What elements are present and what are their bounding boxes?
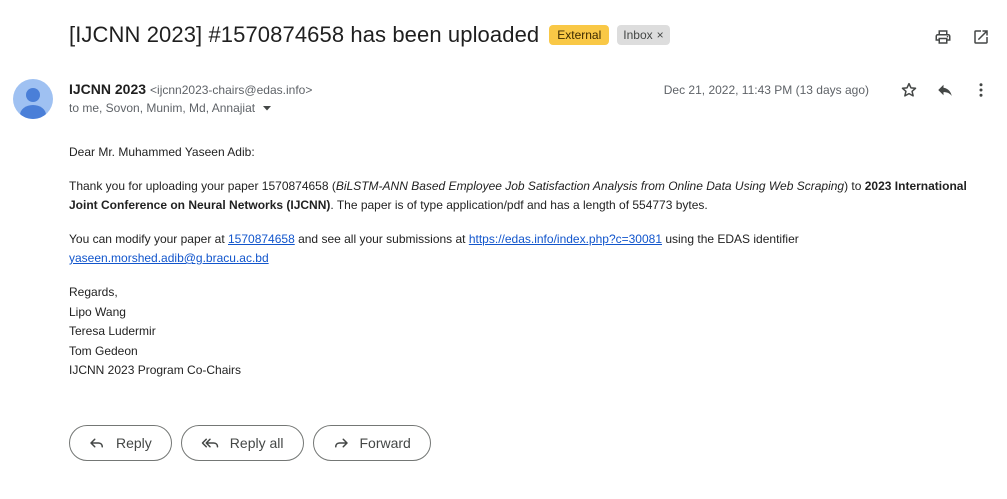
inbox-label: Inbox × xyxy=(617,25,670,45)
signature-line: IJCNN 2023 Program Co-Chairs xyxy=(69,363,242,377)
person-avatar-icon xyxy=(13,79,53,119)
caret-down-icon[interactable] xyxy=(261,102,273,114)
sender-line: IJCNN 2023 <ijcnn2023-chairs@edas.info> xyxy=(69,81,312,97)
signature-line: Teresa Ludermir xyxy=(69,324,156,338)
message-body: Dear Mr. Muhammed Yaseen Adib: Thank you… xyxy=(69,143,969,381)
reply-actions: Reply Reply all Forward xyxy=(69,425,431,461)
forward-icon xyxy=(332,434,350,452)
email-subject: [IJCNN 2023] #1570874658 has been upload… xyxy=(69,22,540,47)
p1-suffix: . The paper is of type application/pdf a… xyxy=(330,198,708,212)
edas-identifier-link[interactable]: yaseen.morshed.adib@g.bracu.ac.bd xyxy=(69,251,269,265)
inbox-label-text: Inbox xyxy=(623,28,653,42)
signature-line: Regards, xyxy=(69,285,118,299)
reply-icon xyxy=(88,434,106,452)
upload-paragraph: Thank you for uploading your paper 15708… xyxy=(69,177,969,215)
sender-name: IJCNN 2023 xyxy=(69,81,147,97)
p1-prefix: Thank you for uploading your paper 15708… xyxy=(69,179,336,193)
paper-title: BiLSTM-ANN Based Employee Job Satisfacti… xyxy=(335,179,845,193)
top-actions xyxy=(933,27,991,47)
reply-all-button[interactable]: Reply all xyxy=(180,425,304,461)
open-in-new-icon[interactable] xyxy=(971,27,991,47)
recipients-line: to me, Sovon, Munim, Md, Annajiat xyxy=(69,101,273,115)
reply-button-label: Reply xyxy=(116,435,152,451)
modify-paragraph: You can modify your paper at 1570874658 … xyxy=(69,230,969,268)
signature-line: Lipo Wang xyxy=(69,304,126,319)
p2-prefix: You can modify your paper at xyxy=(69,232,228,246)
external-label: External xyxy=(549,25,610,45)
paper-link[interactable]: 1570874658 xyxy=(228,232,295,246)
remove-label-button[interactable]: × xyxy=(657,28,664,42)
sender-email: <ijcnn2023-chairs@edas.info> xyxy=(150,83,313,97)
p2-mid2: using the EDAS identifier xyxy=(662,232,799,246)
forward-button-label: Forward xyxy=(359,435,411,451)
reply-icon[interactable] xyxy=(935,80,955,100)
message-meta: Dec 21, 2022, 11:43 PM (13 days ago) xyxy=(664,80,991,100)
reply-all-icon xyxy=(200,434,220,452)
printer-icon[interactable] xyxy=(933,27,953,47)
p1-mid: ) to xyxy=(844,179,865,193)
reply-all-button-label: Reply all xyxy=(229,435,284,451)
reply-button[interactable]: Reply xyxy=(69,425,172,461)
p2-mid: and see all your submissions at xyxy=(294,232,469,246)
subject-row: [IJCNN 2023] #1570874658 has been upload… xyxy=(69,22,670,48)
submissions-link[interactable]: https://edas.info/index.php?c=30081 xyxy=(469,232,662,246)
forward-button[interactable]: Forward xyxy=(312,425,431,461)
signature-line: Tom Gedeon xyxy=(69,343,138,358)
recipients: to me, Sovon, Munim, Md, Annajiat xyxy=(69,101,256,115)
more-vert-icon[interactable] xyxy=(971,80,991,100)
signature: Regards, Lipo Wang Teresa Ludermir Tom G… xyxy=(69,283,969,381)
star-icon[interactable] xyxy=(899,80,919,100)
message-date: Dec 21, 2022, 11:43 PM (13 days ago) xyxy=(663,83,869,97)
greeting: Dear Mr. Muhammed Yaseen Adib: xyxy=(69,145,255,159)
